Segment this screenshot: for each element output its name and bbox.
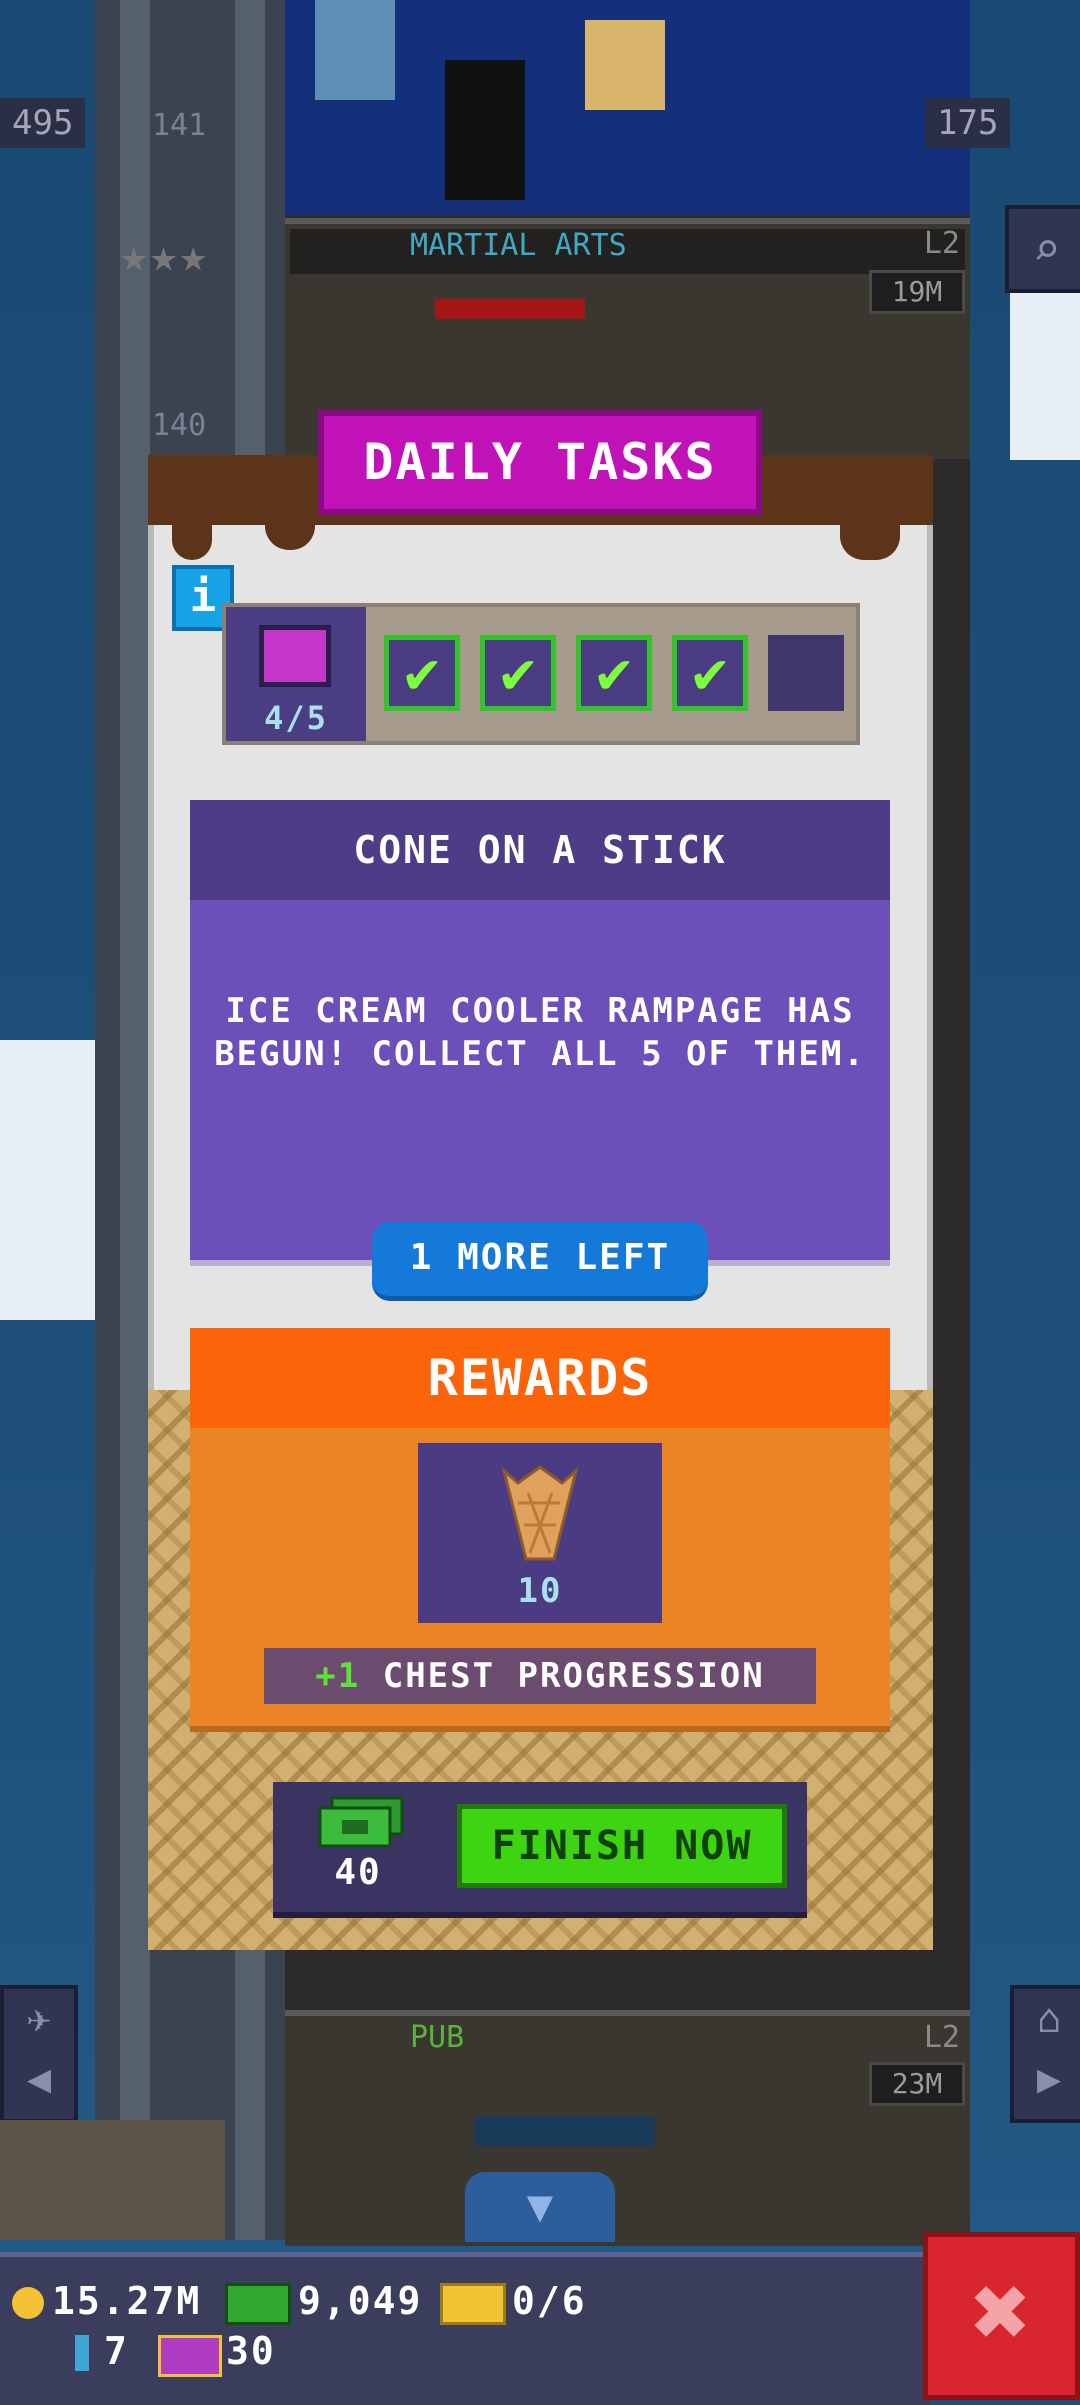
task-description: ICE CREAM COOLER RAMPAGE HAS BEGUN! COLL… xyxy=(214,991,866,1074)
task-title: CONE ON A STICK xyxy=(190,800,890,900)
cooler-icon xyxy=(259,625,331,687)
poster xyxy=(315,0,395,100)
task-progress-bar: 4/5 ✔ ✔ ✔ ✔ xyxy=(222,603,860,745)
key-icon xyxy=(75,2335,89,2371)
floor-number-below: 140 xyxy=(152,408,207,443)
bux-icon xyxy=(225,2283,291,2325)
floor-number: 141 xyxy=(152,108,207,143)
chest-progression-plus: +1 xyxy=(315,1656,361,1696)
scroll-down-button[interactable]: ▼ xyxy=(465,2172,615,2242)
gold-tickets-value: 30 xyxy=(226,2329,276,2373)
rewards-title: REWARDS xyxy=(190,1328,890,1428)
gold-ticket-icon xyxy=(158,2335,222,2377)
coin-icon xyxy=(12,2287,44,2319)
floor-name-pub: PUB xyxy=(410,2020,465,2055)
floor-level: L2 xyxy=(923,226,960,261)
floor-level: L2 xyxy=(923,2020,960,2055)
search-button[interactable]: ⌕ xyxy=(1005,205,1080,293)
poster xyxy=(585,20,665,110)
home-button[interactable]: ⌂ ▶ xyxy=(1010,1985,1080,2123)
remaining-badge: 1 MORE LEFT xyxy=(372,1222,708,1301)
reward-item[interactable]: 10 xyxy=(418,1443,662,1623)
left-population-badge: 495 xyxy=(0,98,86,148)
progress-count: 4/5 xyxy=(264,699,328,737)
progress-check-2: ✔ xyxy=(480,635,556,711)
cloud xyxy=(1010,280,1080,460)
floor-stars: ★★★ xyxy=(120,228,210,282)
floor-population: 19M xyxy=(869,270,965,314)
floor-population: 23M xyxy=(869,2062,965,2106)
daily-tasks-title: DAILY TASKS xyxy=(318,410,762,515)
finish-now-bar: 40 FINISH NOW xyxy=(273,1782,807,1918)
top-floor[interactable] xyxy=(285,0,970,215)
progress-slot-5 xyxy=(768,635,844,711)
progress-check-1: ✔ xyxy=(384,635,460,711)
progress-check-4: ✔ xyxy=(672,635,748,711)
rewards-panel: REWARDS 10 +1 CHEST PROGRESSION xyxy=(190,1328,890,1732)
storage-box[interactable] xyxy=(0,2120,225,2240)
progress-check-3: ✔ xyxy=(576,635,652,711)
task-card: CONE ON A STICK ICE CREAM COOLER RAMPAGE… xyxy=(190,800,890,1266)
coins-value: 15.27M xyxy=(52,2279,202,2323)
bux-icon xyxy=(318,1796,404,1848)
keys-value: 7 xyxy=(104,2329,129,2373)
cloud xyxy=(0,1040,95,1320)
bux-value: 9,049 xyxy=(298,2279,423,2323)
tickets-value: 0/6 xyxy=(512,2279,587,2323)
finish-cost: 40 xyxy=(334,1852,382,1893)
finish-now-button[interactable]: FINISH NOW xyxy=(457,1804,787,1888)
close-button[interactable]: ✖ xyxy=(923,2232,1080,2400)
task-icon-panel: 4/5 xyxy=(226,607,366,741)
ice-cream-cone-icon xyxy=(501,1465,579,1561)
elevator-up-down-button[interactable]: ✈ ◀ xyxy=(0,1985,78,2123)
door xyxy=(445,60,525,200)
chest-progression-text: CHEST PROGRESSION xyxy=(382,1656,765,1696)
reward-count: 10 xyxy=(517,1571,563,1611)
floor-name-martial-arts: MARTIAL ARTS xyxy=(410,228,627,263)
right-population-badge: 175 xyxy=(925,98,1011,148)
bottom-hud: 15.27M 9,049 0/6 7 30 xyxy=(0,2252,930,2405)
chest-progression-label: +1 CHEST PROGRESSION xyxy=(264,1648,816,1704)
ticket-icon xyxy=(440,2283,506,2325)
pub-floor[interactable] xyxy=(285,2010,970,2246)
